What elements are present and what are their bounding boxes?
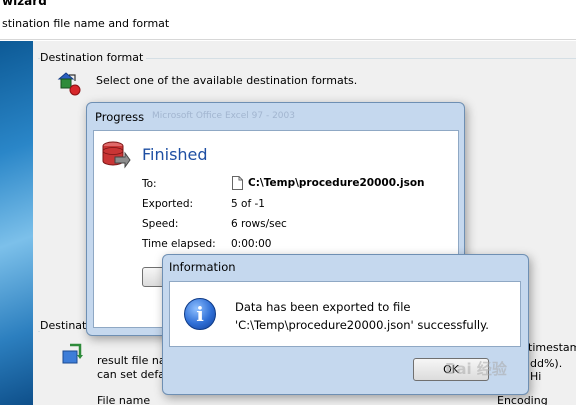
info-message-line-1: Data has been exported to file [235, 300, 411, 314]
faded-format-text: Microsoft Office Excel 97 - 2003 [152, 111, 295, 121]
exported-value: 5 of -1 [231, 198, 265, 210]
encoding-label: Encoding [497, 394, 548, 405]
speed-label: Speed: [142, 218, 179, 230]
result-text-2: can set defau [97, 368, 172, 381]
information-title: Information [169, 260, 236, 274]
wizard-side-banner [0, 41, 33, 405]
destination-icon [60, 343, 84, 367]
database-export-icon [99, 139, 131, 171]
destination-format-label: Destination format [40, 51, 147, 64]
time-elapsed-label: Time elapsed: [142, 238, 216, 250]
right-text-2: dd%). Hi [530, 357, 563, 383]
to-label: To: [142, 178, 157, 190]
format-icon [57, 71, 83, 97]
destination-format-hint: Select one of the available destination … [96, 74, 358, 87]
file-name-label: File name [97, 394, 151, 405]
speed-value: 6 rows/sec [231, 218, 287, 230]
to-value: C:\Temp\procedure20000.json [248, 177, 425, 189]
info-icon: i [184, 298, 216, 330]
right-text-1: timestamp [528, 341, 576, 354]
time-elapsed-value: 0:00:00 [231, 238, 272, 250]
info-message-line-2: 'C:\Temp\procedure20000.json' successful… [235, 318, 489, 332]
watermark-text: Bai 经验 [445, 360, 507, 378]
wizard-subtitle: stination file name and format [2, 17, 170, 30]
exported-label: Exported: [142, 198, 194, 210]
file-icon [232, 176, 243, 190]
information-message-area [169, 281, 521, 347]
wizard-title: wizard [2, 0, 47, 8]
progress-title: Progress [95, 110, 145, 124]
finished-status: Finished [142, 145, 208, 164]
